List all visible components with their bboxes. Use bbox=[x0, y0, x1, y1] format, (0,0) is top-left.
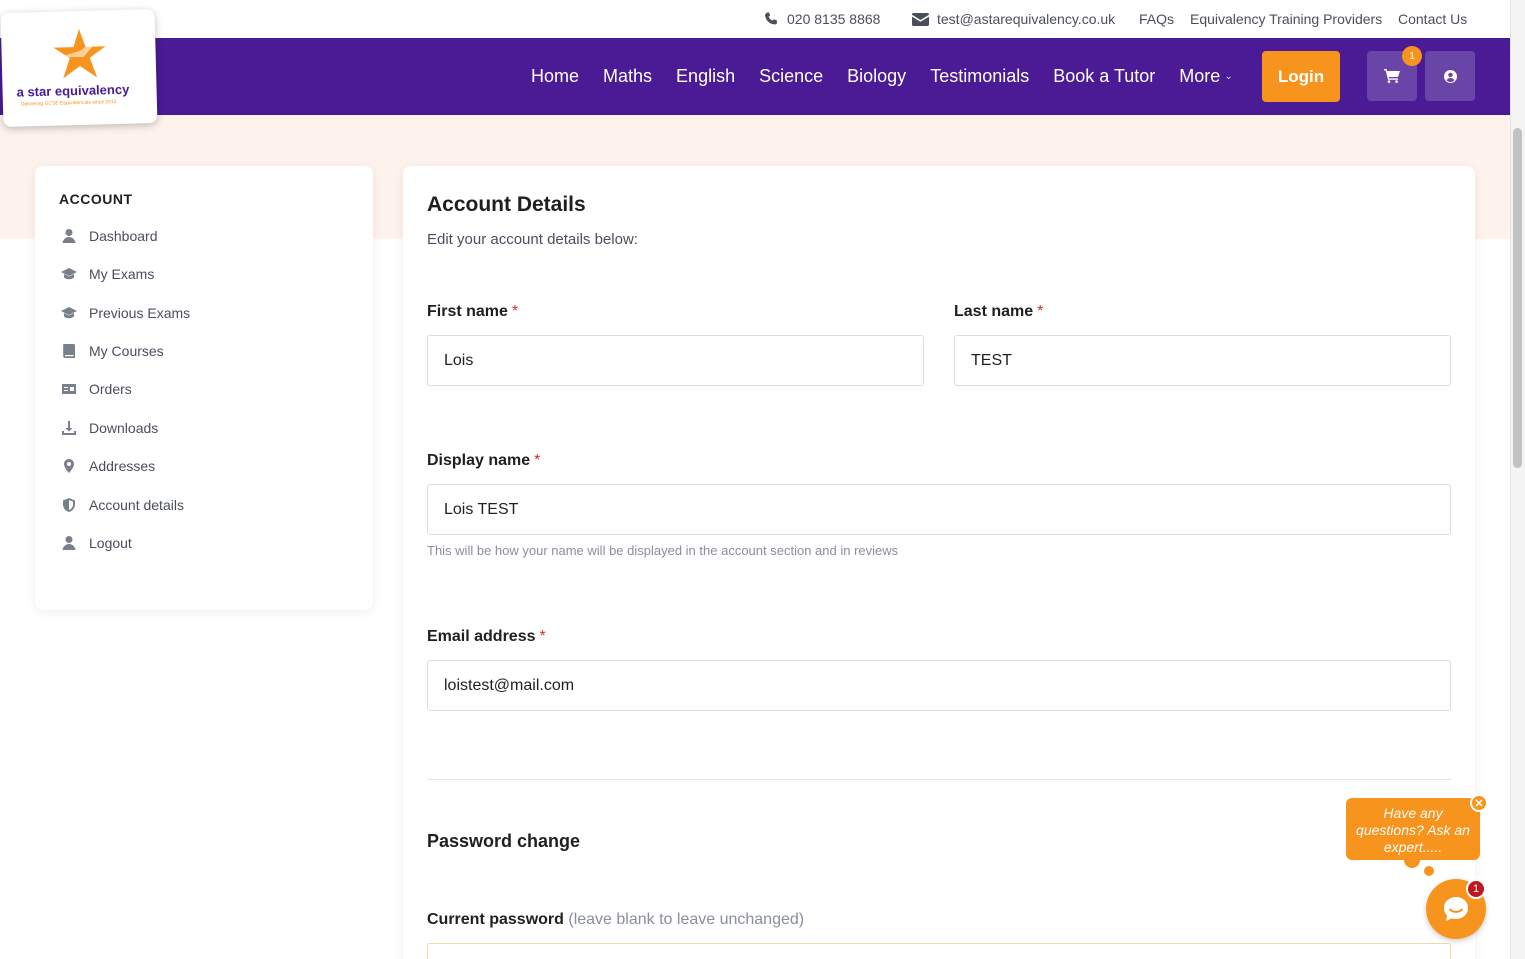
book-icon bbox=[63, 344, 75, 358]
sidebar-item-label: Downloads bbox=[89, 420, 159, 436]
sidebar-item-label: Orders bbox=[89, 381, 132, 397]
sidebar-item-account-details[interactable]: Account details bbox=[61, 497, 184, 513]
page-subtitle: Edit your account details below: bbox=[427, 231, 638, 248]
nav-english[interactable]: English bbox=[676, 66, 735, 87]
nav-links: Home Maths English Science Biology Testi… bbox=[531, 38, 1257, 115]
current-password-hint: (leave blank to leave unchanged) bbox=[568, 911, 805, 928]
chat-unread-badge: 1 bbox=[1466, 879, 1486, 899]
sidebar-item-label: Account details bbox=[89, 497, 184, 513]
email-input[interactable] bbox=[427, 660, 1451, 711]
user-icon bbox=[62, 229, 76, 243]
account-details-card: Account Details Edit your account detail… bbox=[403, 166, 1475, 959]
user-icon bbox=[62, 536, 76, 550]
email-contact[interactable]: test@astarequivalency.co.uk bbox=[912, 11, 1115, 27]
required-mark: * bbox=[511, 303, 519, 320]
current-password-label-text: Current password bbox=[427, 911, 564, 928]
display-name-label-text: Display name bbox=[427, 452, 531, 469]
required-mark: * bbox=[534, 452, 541, 469]
sidebar-item-downloads[interactable]: Downloads bbox=[61, 420, 158, 436]
phone-contact[interactable]: 020 8135 8868 bbox=[763, 11, 880, 27]
nav-more-label: More bbox=[1179, 66, 1221, 86]
graduation-cap-icon bbox=[61, 268, 77, 280]
account-button[interactable] bbox=[1425, 51, 1475, 101]
sidebar-heading: ACCOUNT bbox=[59, 191, 133, 207]
display-name-label: Display name * bbox=[427, 452, 540, 470]
nav-more[interactable]: More ⌄ bbox=[1179, 66, 1232, 87]
nav-home[interactable]: Home bbox=[531, 66, 579, 87]
sidebar-item-logout[interactable]: Logout bbox=[61, 535, 132, 551]
phone-icon bbox=[765, 12, 777, 25]
page-scrollbar-thumb[interactable] bbox=[1513, 128, 1522, 468]
training-providers-link[interactable]: Equivalency Training Providers bbox=[1190, 11, 1382, 27]
nav-maths[interactable]: Maths bbox=[603, 66, 652, 87]
required-mark: * bbox=[1037, 303, 1044, 320]
account-sidebar: ACCOUNT Dashboard My Exams Previous Exam… bbox=[35, 166, 373, 610]
nav-science[interactable]: Science bbox=[759, 66, 823, 87]
last-name-label-text: Last name bbox=[954, 303, 1034, 320]
cart-count-badge: 1 bbox=[1402, 46, 1422, 66]
shield-icon bbox=[63, 498, 75, 512]
last-name-input[interactable] bbox=[954, 335, 1451, 386]
sidebar-item-label: My Courses bbox=[89, 343, 164, 359]
sidebar-item-orders[interactable]: Orders bbox=[61, 381, 132, 397]
sidebar-item-label: Addresses bbox=[89, 458, 156, 474]
nav-book-a-tutor[interactable]: Book a Tutor bbox=[1053, 66, 1155, 87]
user-circle-icon bbox=[1443, 69, 1457, 83]
chat-bubble-tail bbox=[1404, 852, 1420, 868]
section-divider bbox=[427, 779, 1451, 780]
nav-testimonials[interactable]: Testimonials bbox=[930, 66, 1029, 87]
display-name-input[interactable] bbox=[427, 484, 1451, 535]
email-address-link: test@astarequivalency.co.uk bbox=[937, 11, 1116, 27]
current-password-label: Current password (leave blank to leave u… bbox=[427, 911, 804, 929]
first-name-input[interactable] bbox=[427, 335, 924, 386]
password-change-heading: Password change bbox=[427, 831, 581, 851]
sidebar-item-previous-exams[interactable]: Previous Exams bbox=[61, 305, 190, 321]
login-button[interactable]: Login bbox=[1262, 51, 1340, 102]
sidebar-item-label: My Exams bbox=[89, 266, 155, 282]
cart-icon bbox=[1384, 69, 1400, 83]
first-name-label-text: First name bbox=[427, 303, 508, 320]
sidebar-item-my-courses[interactable]: My Courses bbox=[61, 343, 164, 359]
map-pin-icon bbox=[64, 459, 74, 473]
required-mark: * bbox=[539, 628, 546, 645]
nav-biology[interactable]: Biology bbox=[847, 66, 906, 87]
receipt-icon bbox=[62, 384, 76, 394]
contact-us-link[interactable]: Contact Us bbox=[1398, 11, 1467, 27]
logo-tagline: Delivering GCSE Equivalencies since 2012 bbox=[20, 99, 117, 108]
logo-wordmark: a star equivalency bbox=[16, 81, 130, 100]
faqs-link[interactable]: FAQs bbox=[1139, 11, 1174, 27]
current-password-input[interactable] bbox=[427, 943, 1451, 959]
chat-icon bbox=[1444, 897, 1468, 921]
email-label-text: Email address bbox=[427, 628, 536, 645]
last-name-label: Last name * bbox=[954, 303, 1043, 321]
chat-close-icon[interactable]: ✕ bbox=[1470, 794, 1488, 812]
first-name-label: First name * bbox=[427, 303, 518, 321]
phone-number: 020 8135 8868 bbox=[787, 11, 881, 27]
display-name-help-text: This will be how your name will be displ… bbox=[427, 543, 899, 558]
sidebar-item-label: Dashboard bbox=[89, 228, 158, 244]
page-title: Account Details bbox=[427, 193, 586, 216]
email-label: Email address * bbox=[427, 628, 546, 646]
chat-bubble-tail-small bbox=[1424, 866, 1434, 876]
star-logo-icon bbox=[53, 28, 106, 79]
sidebar-item-addresses[interactable]: Addresses bbox=[61, 458, 155, 474]
chat-prompt-bubble[interactable]: Have any questions? Ask an expert..... bbox=[1346, 798, 1480, 860]
chevron-down-icon: ⌄ bbox=[1224, 71, 1233, 82]
sidebar-item-label: Logout bbox=[89, 535, 132, 551]
site-logo[interactable]: a star equivalency Delivering GCSE Equiv… bbox=[0, 9, 158, 127]
download-icon bbox=[62, 421, 76, 435]
sidebar-item-label: Previous Exams bbox=[89, 305, 191, 321]
sidebar-item-my-exams[interactable]: My Exams bbox=[61, 266, 154, 282]
sidebar-item-dashboard[interactable]: Dashboard bbox=[61, 228, 158, 244]
envelope-icon bbox=[912, 12, 929, 26]
graduation-cap-icon bbox=[61, 307, 77, 319]
top-utility-bar: 020 8135 8868 test@astarequivalency.co.u… bbox=[0, 0, 1510, 38]
